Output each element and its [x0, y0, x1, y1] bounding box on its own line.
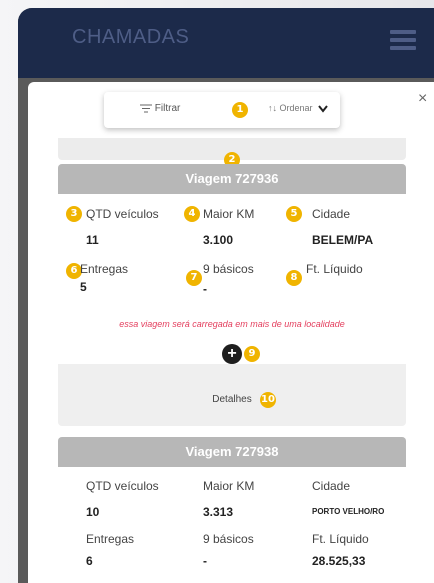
km-value: 3.100	[203, 233, 234, 247]
basicos-value: -	[203, 282, 207, 296]
cidade-label: Cidade	[312, 207, 351, 221]
km-value: 3.313	[203, 505, 234, 519]
trip-title: Viagem 727936	[58, 164, 406, 194]
basicos-value: -	[203, 554, 207, 568]
qtd-value: 11	[86, 233, 99, 247]
details-label: Detalhes	[212, 394, 252, 405]
entregas-value: 6	[86, 554, 93, 568]
hamburger-icon[interactable]	[390, 30, 416, 54]
badge-3: 3	[66, 206, 82, 222]
ft-label: Ft. Líquido	[306, 262, 363, 276]
badge-7: 7	[186, 270, 202, 286]
badge-10: 10	[260, 392, 276, 408]
app-title: CHAMADAS	[72, 26, 190, 48]
trip-title: Viagem 727938	[58, 437, 406, 467]
badge-8: 8	[286, 270, 302, 286]
multi-location-warning: essa viagem será carregada em mais de um…	[119, 319, 345, 329]
trip-card: Viagem 727936 3 QTD veículos 11 4 Maior …	[58, 164, 406, 426]
entregas-label: Entregas	[80, 262, 129, 276]
cidade-value: BELEM/PA	[312, 233, 374, 247]
order-button[interactable]: ↑↓ Ordenar	[268, 103, 328, 113]
badge-5: 5	[286, 206, 302, 222]
filter-lines-icon	[140, 104, 152, 113]
trip-card: Viagem 727938 QTD veículos 10 Maior KM 3…	[58, 437, 406, 583]
filter-label: Filtrar	[154, 103, 181, 114]
km-label: Maior KM	[203, 207, 255, 221]
ft-label: Ft. Líquido	[312, 532, 369, 546]
km-label: Maior KM	[203, 479, 255, 493]
basicos-label: 9 básicos	[203, 262, 254, 276]
badge-9: 9	[244, 346, 260, 362]
ft-value: 28.525,33	[312, 554, 366, 568]
chevron-down-icon	[318, 105, 328, 113]
filter-order-toolbar: Filtrar 1 ↑↓ Ordenar	[104, 92, 340, 128]
entregas-value: 5	[80, 280, 87, 294]
badge-4: 4	[184, 206, 200, 222]
trips-modal: Filtrar 1 ↑↓ Ordenar × 2 Viagem 727936 3…	[28, 82, 434, 583]
details-button[interactable]: Detalhes	[58, 374, 406, 426]
qtd-label: QTD veículos	[86, 207, 159, 221]
app-header: CHAMADAS	[18, 8, 434, 78]
qtd-value: 10	[86, 505, 100, 519]
expand-plus-button[interactable]: +	[222, 344, 242, 364]
badge-1: 1	[232, 102, 248, 118]
cidade-label: Cidade	[312, 479, 351, 493]
qtd-label: QTD veículos	[86, 479, 159, 493]
close-button[interactable]: ×	[418, 90, 427, 108]
filter-button[interactable]: Filtrar	[140, 103, 180, 114]
cidade-value: PORTO VELHO/RO	[312, 507, 385, 516]
basicos-label: 9 básicos	[203, 532, 254, 546]
order-label: ↑↓ Ordenar	[268, 103, 313, 113]
entregas-label: Entregas	[86, 532, 135, 546]
